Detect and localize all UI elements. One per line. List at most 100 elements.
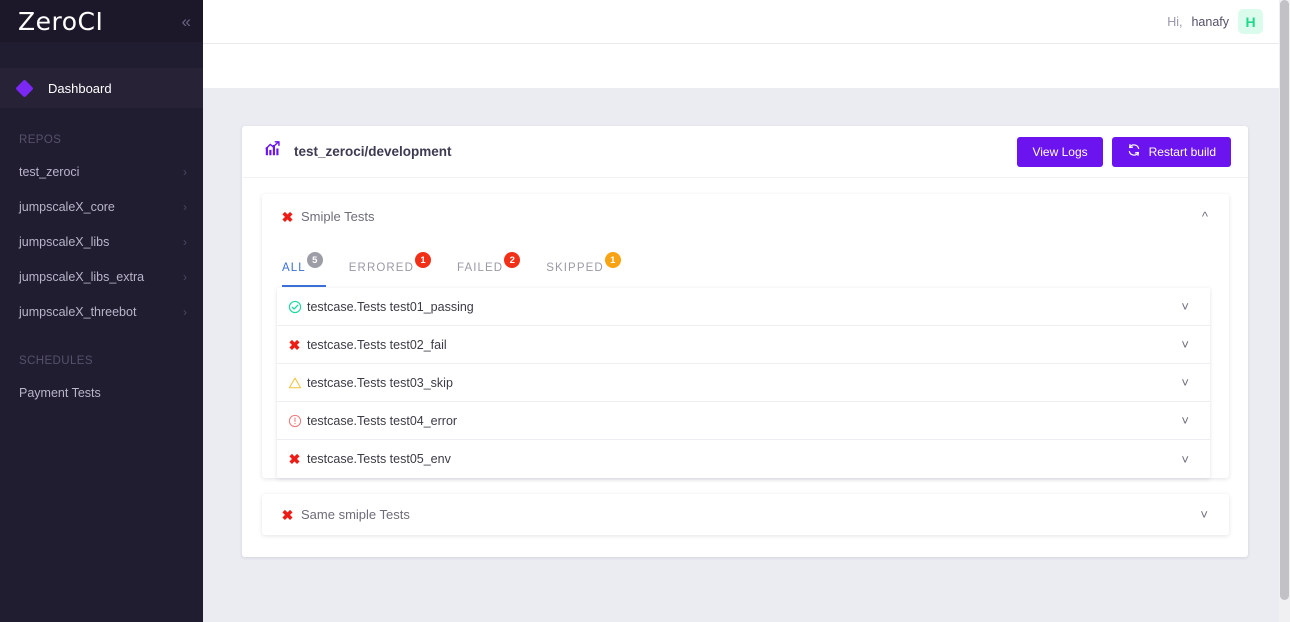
tab-skipped[interactable]: SKIPPED 1 xyxy=(546,252,621,287)
main-area: Hi, hanafy H test_zeroci/development Vie… xyxy=(203,0,1290,622)
chevron-right-icon: › xyxy=(183,199,187,214)
build-card-header: test_zeroci/development View Logs Restar… xyxy=(242,126,1248,178)
exclamation-circle-icon xyxy=(287,413,302,428)
chevron-down-icon[interactable]: ˅ xyxy=(1181,453,1189,466)
sidebar-spacer xyxy=(0,42,203,68)
sidebar-section-repos-title: REPOS xyxy=(19,134,62,146)
test-row[interactable]: testcase.Tests test01_passing ˅ xyxy=(277,288,1210,326)
x-mark-icon: ✖ xyxy=(281,506,294,523)
test-name: testcase.Tests test02_fail xyxy=(307,337,447,352)
test-name: testcase.Tests test04_error xyxy=(307,413,458,428)
test-identity: testcase.Tests test01_passing xyxy=(287,299,474,314)
sidebar-item-jumpscalex-threebot[interactable]: jumpscaleX_threebot › xyxy=(0,294,203,329)
sidebar-item-label: Dashboard xyxy=(48,80,112,96)
x-mark-icon: ✖ xyxy=(288,451,301,467)
sidebar-item-jumpscalex-core[interactable]: jumpscaleX_core › xyxy=(0,189,203,224)
test-identity: testcase.Tests test03_skip xyxy=(287,375,453,390)
sidebar-item-test-zeroci[interactable]: test_zeroci › xyxy=(0,154,203,189)
sidebar-item-label: jumpscaleX_libs xyxy=(19,234,110,249)
test-identity: ✖ testcase.Tests test05_env xyxy=(287,452,451,467)
view-logs-button[interactable]: View Logs xyxy=(1017,136,1103,167)
refresh-icon xyxy=(1127,143,1141,160)
build-identity: test_zeroci/development xyxy=(264,140,452,163)
tab-label: ALL xyxy=(282,262,306,274)
sidebar: ZeroCI « Dashboard REPOS test_zeroci › j… xyxy=(0,0,203,622)
app-logo-text: ZeroCI xyxy=(18,6,104,36)
sidebar-brand: ZeroCI « xyxy=(0,0,203,42)
build-card-body: ✖ Smiple Tests ^ ALL 5 ERRORED 1 FAILED … xyxy=(242,178,1248,557)
app-root: ZeroCI « Dashboard REPOS test_zeroci › j… xyxy=(0,0,1290,622)
sidebar-item-label: Payment Tests xyxy=(19,385,101,400)
sidebar-item-label: test_zeroci xyxy=(19,164,80,179)
build-actions: View Logs Restart build xyxy=(1017,136,1231,167)
test-list: testcase.Tests test01_passing ˅ ✖ testca… xyxy=(277,288,1210,478)
greeting-text: Hi, xyxy=(1167,14,1183,29)
tab-all[interactable]: ALL 5 xyxy=(282,252,326,287)
test-row[interactable]: testcase.Tests test03_skip ˅ xyxy=(277,364,1210,402)
suite-header[interactable]: ✖ Smiple Tests ^ xyxy=(262,194,1229,239)
chevron-double-left-icon[interactable]: « xyxy=(182,13,192,30)
chevron-down-icon[interactable]: ˅ xyxy=(1181,414,1189,427)
sidebar-item-payment-tests[interactable]: Payment Tests xyxy=(0,375,203,410)
page-scrollbar[interactable] xyxy=(1279,0,1290,622)
test-name: testcase.Tests test01_passing xyxy=(307,299,474,314)
test-row[interactable]: ✖ testcase.Tests test05_env ˅ xyxy=(277,440,1210,478)
suite-title: Smiple Tests xyxy=(301,209,375,224)
test-suite-smiple-tests: ✖ Smiple Tests ^ ALL 5 ERRORED 1 FAILED … xyxy=(262,194,1229,478)
sidebar-item-jumpscalex-libs[interactable]: jumpscaleX_libs › xyxy=(0,224,203,259)
sidebar-item-label: jumpscaleX_core xyxy=(19,199,115,214)
sidebar-section-schedules-title: SCHEDULES xyxy=(19,355,93,367)
chart-line-up-icon xyxy=(264,140,282,163)
restart-build-button[interactable]: Restart build xyxy=(1111,136,1231,167)
diamond-icon xyxy=(15,78,34,98)
tab-label: ERRORED xyxy=(348,262,414,274)
avatar[interactable]: H xyxy=(1238,9,1263,34)
chevron-right-icon: › xyxy=(183,164,187,179)
suite-header[interactable]: ✖ Same smiple Tests ˅ xyxy=(262,494,1229,535)
tab-count-badge: 2 xyxy=(504,252,521,268)
test-name: testcase.Tests test05_env xyxy=(307,452,451,466)
tab-label: SKIPPED xyxy=(546,262,604,274)
test-identity: testcase.Tests test04_error xyxy=(287,413,457,428)
chevron-down-icon[interactable]: ˅ xyxy=(1181,376,1189,389)
x-mark-icon: ✖ xyxy=(281,208,294,225)
chevron-up-icon[interactable]: ^ xyxy=(1202,210,1208,223)
build-title: test_zeroci/development xyxy=(294,144,452,159)
tab-failed[interactable]: FAILED 2 xyxy=(456,252,521,287)
chevron-right-icon: › xyxy=(183,304,187,319)
chevron-right-icon: › xyxy=(183,234,187,249)
tab-count-badge: 5 xyxy=(306,252,323,268)
chevron-down-icon[interactable]: ˅ xyxy=(1181,300,1189,313)
suite-title: Same smiple Tests xyxy=(301,507,410,522)
page-scrollbar-thumb[interactable] xyxy=(1280,0,1289,600)
content-region: test_zeroci/development View Logs Restar… xyxy=(203,88,1290,557)
suite-identity: ✖ Same smiple Tests xyxy=(280,507,410,522)
test-suite-same-smiple-tests: ✖ Same smiple Tests ˅ xyxy=(262,494,1229,535)
check-circle-icon xyxy=(287,299,302,314)
test-row[interactable]: ✖ testcase.Tests test02_fail ˅ xyxy=(277,326,1210,364)
sidebar-item-label: jumpscaleX_threebot xyxy=(19,304,137,319)
test-row[interactable]: testcase.Tests test04_error ˅ xyxy=(277,402,1210,440)
username-label: hanafy xyxy=(1191,14,1229,29)
sidebar-item-label: jumpscaleX_libs_extra xyxy=(19,269,145,284)
sidebar-item-dashboard[interactable]: Dashboard xyxy=(0,68,203,108)
status-tabs: ALL 5 ERRORED 1 FAILED 2 SKIPPED 1 xyxy=(262,239,1229,287)
suite-identity: ✖ Smiple Tests xyxy=(280,208,375,225)
chevron-down-icon[interactable]: ˅ xyxy=(1181,338,1189,351)
tab-label: FAILED xyxy=(456,262,504,274)
sub-header-bar xyxy=(203,44,1290,88)
chevron-down-icon[interactable]: ˅ xyxy=(1200,508,1208,521)
topbar: Hi, hanafy H xyxy=(203,0,1290,44)
warning-triangle-icon xyxy=(287,375,302,390)
restart-build-label: Restart build xyxy=(1148,144,1216,159)
test-identity: ✖ testcase.Tests test02_fail xyxy=(287,337,447,352)
tab-errored[interactable]: ERRORED 1 xyxy=(348,252,431,287)
tab-count-badge: 1 xyxy=(414,252,431,268)
build-card: test_zeroci/development View Logs Restar… xyxy=(242,126,1248,557)
test-name: testcase.Tests test03_skip xyxy=(307,375,453,390)
tab-count-badge: 1 xyxy=(604,252,621,268)
view-logs-label: View Logs xyxy=(1032,144,1088,159)
chevron-right-icon: › xyxy=(183,269,187,284)
x-mark-icon: ✖ xyxy=(288,336,301,353)
sidebar-item-jumpscalex-libs-extra[interactable]: jumpscaleX_libs_extra › xyxy=(0,259,203,294)
